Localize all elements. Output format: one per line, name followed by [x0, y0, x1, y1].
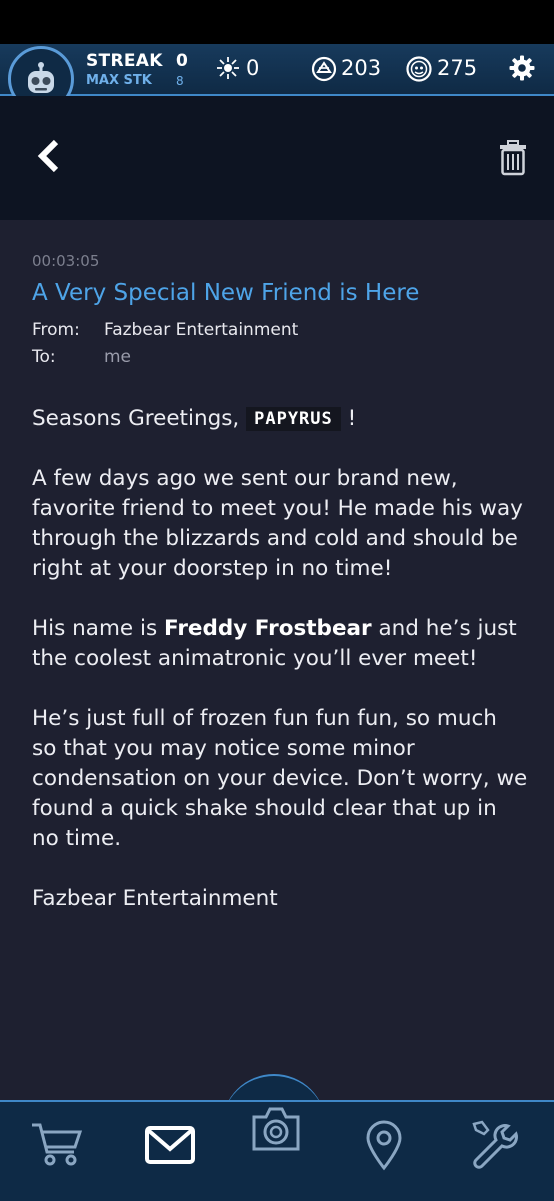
- mail-paragraph-1: A few days ago we sent our brand new, fa…: [32, 466, 523, 581]
- mail-timestamp: 00:03:05: [32, 252, 100, 270]
- camera-icon[interactable]: [248, 1103, 304, 1155]
- map-pin-icon[interactable]: [364, 1120, 404, 1172]
- mail-signature: Fazbear Entertainment: [32, 886, 278, 911]
- to-value: me: [104, 347, 132, 367]
- mail-header: [0, 96, 554, 220]
- cart-icon[interactable]: [30, 1120, 84, 1168]
- robot-avatar-icon: [28, 62, 54, 93]
- mail-paragraph-3: He’s just full of frozen fun fun fun, so…: [32, 706, 528, 851]
- parts-icon: [311, 56, 337, 82]
- animatronic-name: Freddy Frostbear: [164, 616, 372, 641]
- max-streak-value: 8: [176, 74, 184, 88]
- streak-label: STREAK: [86, 51, 163, 71]
- spark-count: 0: [246, 56, 260, 80]
- back-chevron-icon[interactable]: [36, 138, 62, 174]
- mail-paragraph-2: His name is Freddy Frostbear and he’s ju…: [32, 614, 528, 674]
- mail-icon[interactable]: [144, 1125, 196, 1165]
- mail-subject: A Very Special New Friend is Here: [32, 280, 420, 306]
- from-label: From:: [32, 320, 80, 340]
- p2-prefix: His name is: [32, 616, 158, 641]
- greeting-prefix: Seasons Greetings,: [32, 406, 240, 431]
- trash-icon[interactable]: [498, 140, 528, 176]
- faz-token-icon: [406, 56, 432, 82]
- spark-icon: [217, 57, 239, 79]
- status-bar: [0, 0, 554, 44]
- gear-icon[interactable]: [508, 54, 536, 82]
- greeting: Seasons Greetings, PAPYRUS !: [32, 404, 528, 434]
- greeting-suffix: !: [347, 406, 357, 431]
- streak-value: 0: [176, 51, 188, 71]
- from-value: Fazbear Entertainment: [104, 320, 299, 340]
- faz-token-count: 275: [437, 56, 478, 80]
- max-streak-label: MAX STK: [86, 73, 152, 88]
- to-label: To:: [32, 347, 56, 367]
- parts-count: 203: [341, 56, 382, 80]
- player-name-badge: PAPYRUS: [246, 407, 341, 431]
- wrench-icon[interactable]: [466, 1116, 520, 1170]
